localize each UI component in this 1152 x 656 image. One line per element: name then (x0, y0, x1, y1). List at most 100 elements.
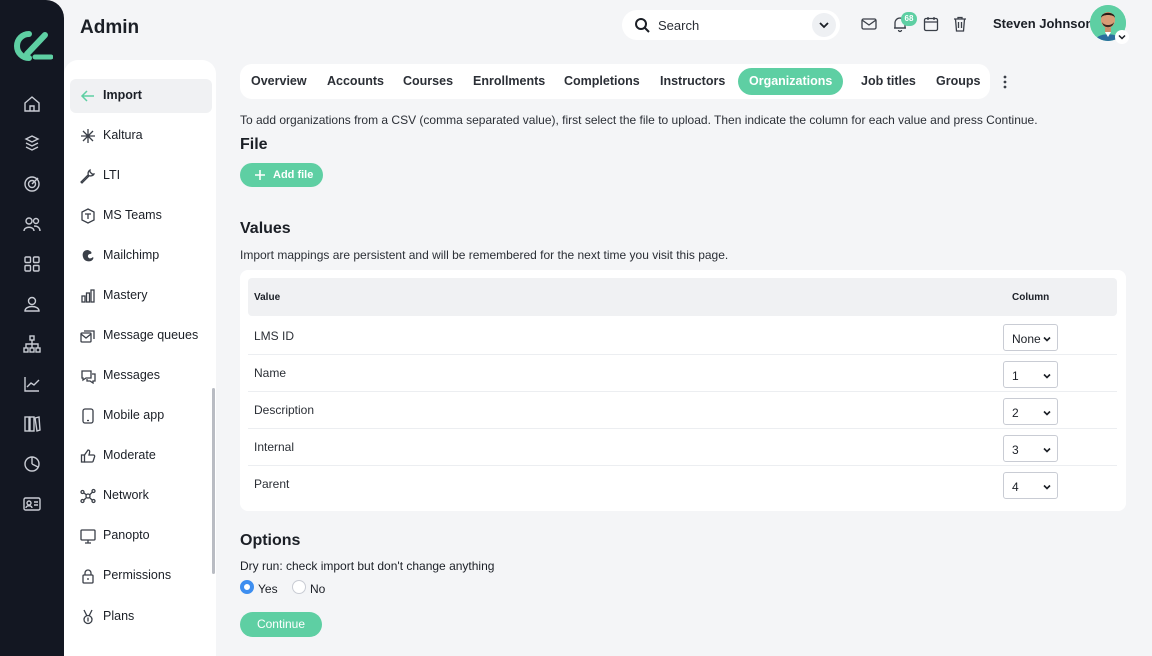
id-card-icon[interactable] (22, 494, 42, 514)
dry-run-yes-radio[interactable] (240, 580, 254, 594)
column-select-internal[interactable]: 3 (1003, 435, 1058, 462)
chat-icon (81, 370, 96, 384)
sidebar-item-moderate[interactable]: Moderate (70, 439, 212, 473)
sidebar-item-lti[interactable]: LTI (70, 159, 212, 193)
sidebar-item-message-queues[interactable]: Message queues (70, 319, 212, 353)
brand-logo-icon[interactable] (11, 30, 53, 62)
app-rail (0, 0, 64, 656)
tab-accounts[interactable]: Accounts (316, 68, 395, 95)
chevron-down-icon (1043, 410, 1051, 416)
sidebar-item-ms-teams[interactable]: MS Teams (70, 199, 212, 233)
chevron-down-icon (1043, 447, 1051, 453)
dry-run-no-label[interactable]: No (310, 582, 325, 596)
continue-button[interactable]: Continue (240, 612, 322, 637)
sidebar-item-permissions[interactable]: Permissions (70, 559, 212, 593)
select-value: 1 (1012, 369, 1019, 383)
users-icon[interactable] (22, 214, 42, 234)
column-select-parent[interactable]: 4 (1003, 472, 1058, 499)
user-menu-toggle[interactable] (1115, 30, 1129, 44)
mail-icon[interactable] (860, 15, 878, 33)
tab-groups[interactable]: Groups (925, 68, 991, 95)
file-heading: File (240, 136, 268, 153)
search-scope-dropdown[interactable] (812, 13, 836, 37)
sidebar-item-label: Network (103, 488, 149, 502)
add-file-button[interactable]: Add file (240, 163, 323, 187)
courses-icon[interactable] (22, 134, 42, 154)
trash-icon[interactable] (951, 15, 969, 33)
sidebar-item-plans[interactable]: Plans (70, 600, 212, 634)
teams-icon (81, 208, 95, 224)
user-name[interactable]: Steven Johnson (993, 16, 1093, 31)
calendar-icon[interactable] (922, 15, 940, 33)
table-header: Value Column (248, 278, 1117, 316)
table-row: LMS ID None (248, 318, 1117, 355)
sidebar-item-messages[interactable]: Messages (70, 359, 212, 393)
column-select-description[interactable]: 2 (1003, 398, 1058, 425)
search-box[interactable]: Search (622, 10, 840, 40)
sidebar-item-label: MS Teams (103, 208, 162, 222)
sidebar-item-import[interactable]: Import (70, 79, 212, 113)
table-row: Internal 3 (248, 429, 1117, 466)
chevron-down-icon (1043, 336, 1051, 342)
mobile-icon (82, 408, 94, 424)
intro-text: To add organizations from a CSV (comma s… (240, 113, 1038, 127)
person-icon[interactable] (22, 294, 42, 314)
medal-icon (83, 609, 93, 625)
arrow-left-icon (80, 90, 94, 102)
org-chart-icon[interactable] (22, 334, 42, 354)
column-header-column: Column (1012, 292, 1050, 303)
sidebar-item-kaltura[interactable]: Kaltura (70, 119, 212, 153)
chevron-down-icon (1118, 34, 1126, 40)
table-row: Description 2 (248, 392, 1117, 429)
plus-icon (255, 170, 265, 180)
chevron-down-icon (819, 22, 829, 29)
notification-badge: 68 (901, 12, 917, 26)
chevron-down-icon (1043, 373, 1051, 379)
search-input[interactable]: Search (658, 18, 699, 33)
reports-icon[interactable] (22, 454, 42, 474)
tab-overview[interactable]: Overview (240, 68, 318, 95)
network-icon (80, 488, 96, 504)
tab-organizations[interactable]: Organizations (738, 68, 844, 95)
values-heading: Values (240, 220, 291, 237)
tab-enrollments[interactable]: Enrollments (462, 68, 556, 95)
sidebar-item-network[interactable]: Network (70, 479, 212, 513)
sidebar-item-label: Message queues (103, 328, 199, 342)
sidebar-item-mailchimp[interactable]: Mailchimp (70, 239, 212, 273)
library-icon[interactable] (22, 414, 42, 434)
sidebar-item-mobile-app[interactable]: Mobile app (70, 399, 212, 433)
column-select-lms-id[interactable]: None (1003, 324, 1058, 351)
more-vertical-icon[interactable] (997, 74, 1013, 90)
sidebar-item-label: Mobile app (103, 408, 165, 422)
thumbs-up-icon (80, 449, 96, 463)
sidebar-item-label: Import (103, 88, 142, 102)
page-title: Admin (80, 17, 140, 38)
tab-courses[interactable]: Courses (392, 68, 464, 95)
sparkle-icon (81, 129, 95, 143)
select-value: 2 (1012, 406, 1019, 420)
options-heading: Options (240, 532, 301, 549)
apps-icon[interactable] (22, 254, 42, 274)
sidebar-item-mastery[interactable]: Mastery (70, 279, 212, 313)
row-value-label: Internal (254, 440, 295, 454)
values-note: Import mappings are persistent and will … (240, 248, 729, 262)
tab-instructors[interactable]: Instructors (649, 68, 736, 95)
column-select-name[interactable]: 1 (1003, 361, 1058, 388)
home-icon[interactable] (22, 94, 42, 114)
tab-job-titles[interactable]: Job titles (850, 68, 927, 95)
sidebar-item-label: Panopto (103, 528, 150, 542)
target-icon[interactable] (22, 174, 42, 194)
sidebar-item-label: Mastery (103, 288, 148, 302)
row-value-label: Name (254, 366, 287, 380)
dry-run-label: Dry run: check import but don't change a… (240, 559, 495, 573)
dry-run-no-radio[interactable] (292, 580, 306, 594)
sidebar-item-panopto[interactable]: Panopto (70, 519, 212, 553)
sidebar-item-label: Kaltura (103, 128, 143, 142)
sidebar-scrollbar[interactable] (212, 388, 215, 574)
settings-sidebar: Import Kaltura LTI MS Teams Mailchimp Ma… (64, 60, 216, 656)
mailchimp-icon (82, 250, 94, 262)
wrench-icon (80, 168, 96, 184)
tab-completions[interactable]: Completions (553, 68, 651, 95)
dry-run-yes-label[interactable]: Yes (258, 582, 278, 596)
analytics-icon[interactable] (22, 374, 42, 394)
